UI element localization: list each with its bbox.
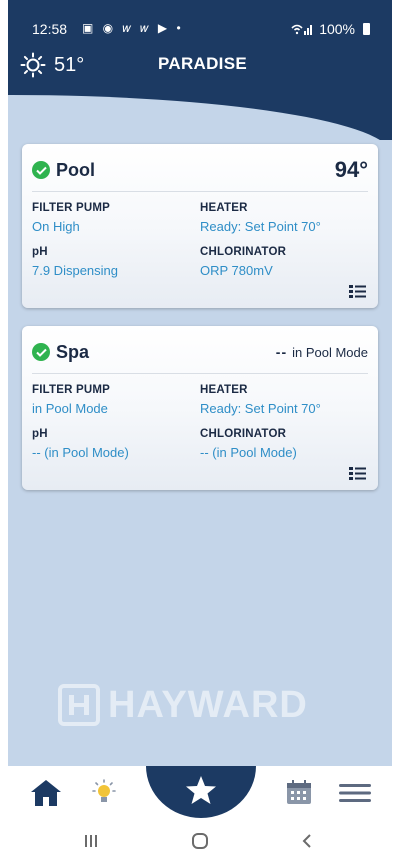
spa-heater[interactable]: HEATER Ready: Set Point 70° bbox=[200, 384, 321, 416]
star-icon bbox=[186, 776, 216, 804]
nav-schedule-button[interactable] bbox=[284, 776, 314, 808]
spa-title: Spa bbox=[56, 341, 90, 362]
nav-lights-button[interactable] bbox=[88, 776, 120, 810]
spa-temperature-dashes: -- bbox=[275, 344, 288, 360]
recent-apps-button[interactable] bbox=[80, 830, 102, 852]
battery-icon bbox=[363, 23, 370, 35]
heater-label: HEATER bbox=[200, 202, 248, 214]
chlorinator-label: CHLORINATOR bbox=[200, 246, 287, 258]
spa-filter-pump[interactable]: FILTER PUMP in Pool Mode bbox=[32, 384, 110, 416]
wifi-signal-icon bbox=[291, 24, 313, 35]
heater-label: HEATER bbox=[200, 384, 248, 396]
ph-value: -- (in Pool Mode) bbox=[32, 445, 129, 460]
brand-name: HAYWARD bbox=[108, 683, 308, 726]
back-icon bbox=[302, 834, 311, 848]
spa-card-header: Spa -- in Pool Mode bbox=[32, 336, 368, 368]
home-icon bbox=[31, 780, 61, 806]
filter-pump-label: FILTER PUMP bbox=[32, 384, 111, 396]
ph-label: pH bbox=[32, 428, 48, 440]
back-button[interactable] bbox=[298, 830, 316, 852]
battery-level: 100% bbox=[319, 21, 355, 37]
status-right: 100% bbox=[291, 21, 370, 37]
pool-temperature: 94° bbox=[334, 157, 368, 182]
check-icon bbox=[32, 343, 50, 361]
recent-apps-icon bbox=[85, 835, 97, 847]
pool-ph[interactable]: pH 7.9 Dispensing bbox=[32, 246, 118, 278]
spa-card[interactable]: Spa -- in Pool Mode FILTER PUMP in Pool … bbox=[22, 326, 378, 490]
pool-filter-pump[interactable]: FILTER PUMP On High bbox=[32, 202, 110, 234]
spa-mode-text: in Pool Mode bbox=[292, 344, 368, 360]
pool-heater[interactable]: HEATER Ready: Set Point 70° bbox=[200, 202, 321, 234]
system-home-icon bbox=[192, 833, 208, 849]
heater-value: Ready: Set Point 70° bbox=[200, 219, 321, 234]
list-details-icon[interactable] bbox=[349, 285, 366, 298]
weather-temperature: 51° bbox=[54, 53, 85, 76]
divider bbox=[32, 191, 368, 192]
brand-logo-icon bbox=[58, 684, 100, 726]
pool-card[interactable]: Pool 94° FILTER PUMP On High HEATER Read… bbox=[22, 144, 378, 308]
lightbulb-icon bbox=[92, 779, 116, 802]
spa-mode-status: -- in Pool Mode bbox=[276, 344, 368, 360]
brand-watermark: HAYWARD bbox=[58, 684, 342, 726]
nav-menu-button[interactable] bbox=[336, 780, 374, 806]
filter-pump-label: FILTER PUMP bbox=[32, 202, 111, 214]
menu-icon bbox=[339, 784, 371, 802]
ph-value: 7.9 Dispensing bbox=[32, 263, 118, 278]
spa-ph[interactable]: pH -- (in Pool Mode) bbox=[32, 428, 129, 460]
pool-card-header: Pool 94° bbox=[32, 154, 368, 186]
ph-label: pH bbox=[32, 246, 48, 258]
notification-icons: ▣ ◉ 𝑤 𝑤 ▶ • bbox=[82, 21, 184, 35]
list-details-icon[interactable] bbox=[349, 467, 366, 480]
nav-favorites-button[interactable] bbox=[180, 770, 222, 810]
sun-icon bbox=[20, 52, 46, 78]
site-title: PARADISE bbox=[158, 54, 247, 73]
filter-pump-value: On High bbox=[32, 219, 80, 234]
calendar-icon bbox=[287, 780, 311, 804]
status-time: 12:58 bbox=[32, 21, 68, 37]
check-icon bbox=[32, 161, 50, 179]
chlorinator-value: -- (in Pool Mode) bbox=[200, 445, 297, 460]
filter-pump-value: in Pool Mode bbox=[32, 401, 108, 416]
status-bar: 12:58 ▣ ◉ 𝑤 𝑤 ▶ • 100% bbox=[8, 0, 392, 40]
chlorinator-label: CHLORINATOR bbox=[200, 428, 287, 440]
chlorinator-value: ORP 780mV bbox=[200, 263, 273, 278]
system-home-button[interactable] bbox=[190, 830, 210, 852]
heater-value: Ready: Set Point 70° bbox=[200, 401, 321, 416]
divider bbox=[32, 373, 368, 374]
pool-title: Pool bbox=[56, 159, 95, 180]
spa-chlorinator[interactable]: CHLORINATOR -- (in Pool Mode) bbox=[200, 428, 297, 460]
weather-widget[interactable]: 51° bbox=[20, 52, 84, 78]
nav-home-button[interactable] bbox=[28, 776, 64, 810]
pool-chlorinator[interactable]: CHLORINATOR ORP 780mV bbox=[200, 246, 286, 278]
